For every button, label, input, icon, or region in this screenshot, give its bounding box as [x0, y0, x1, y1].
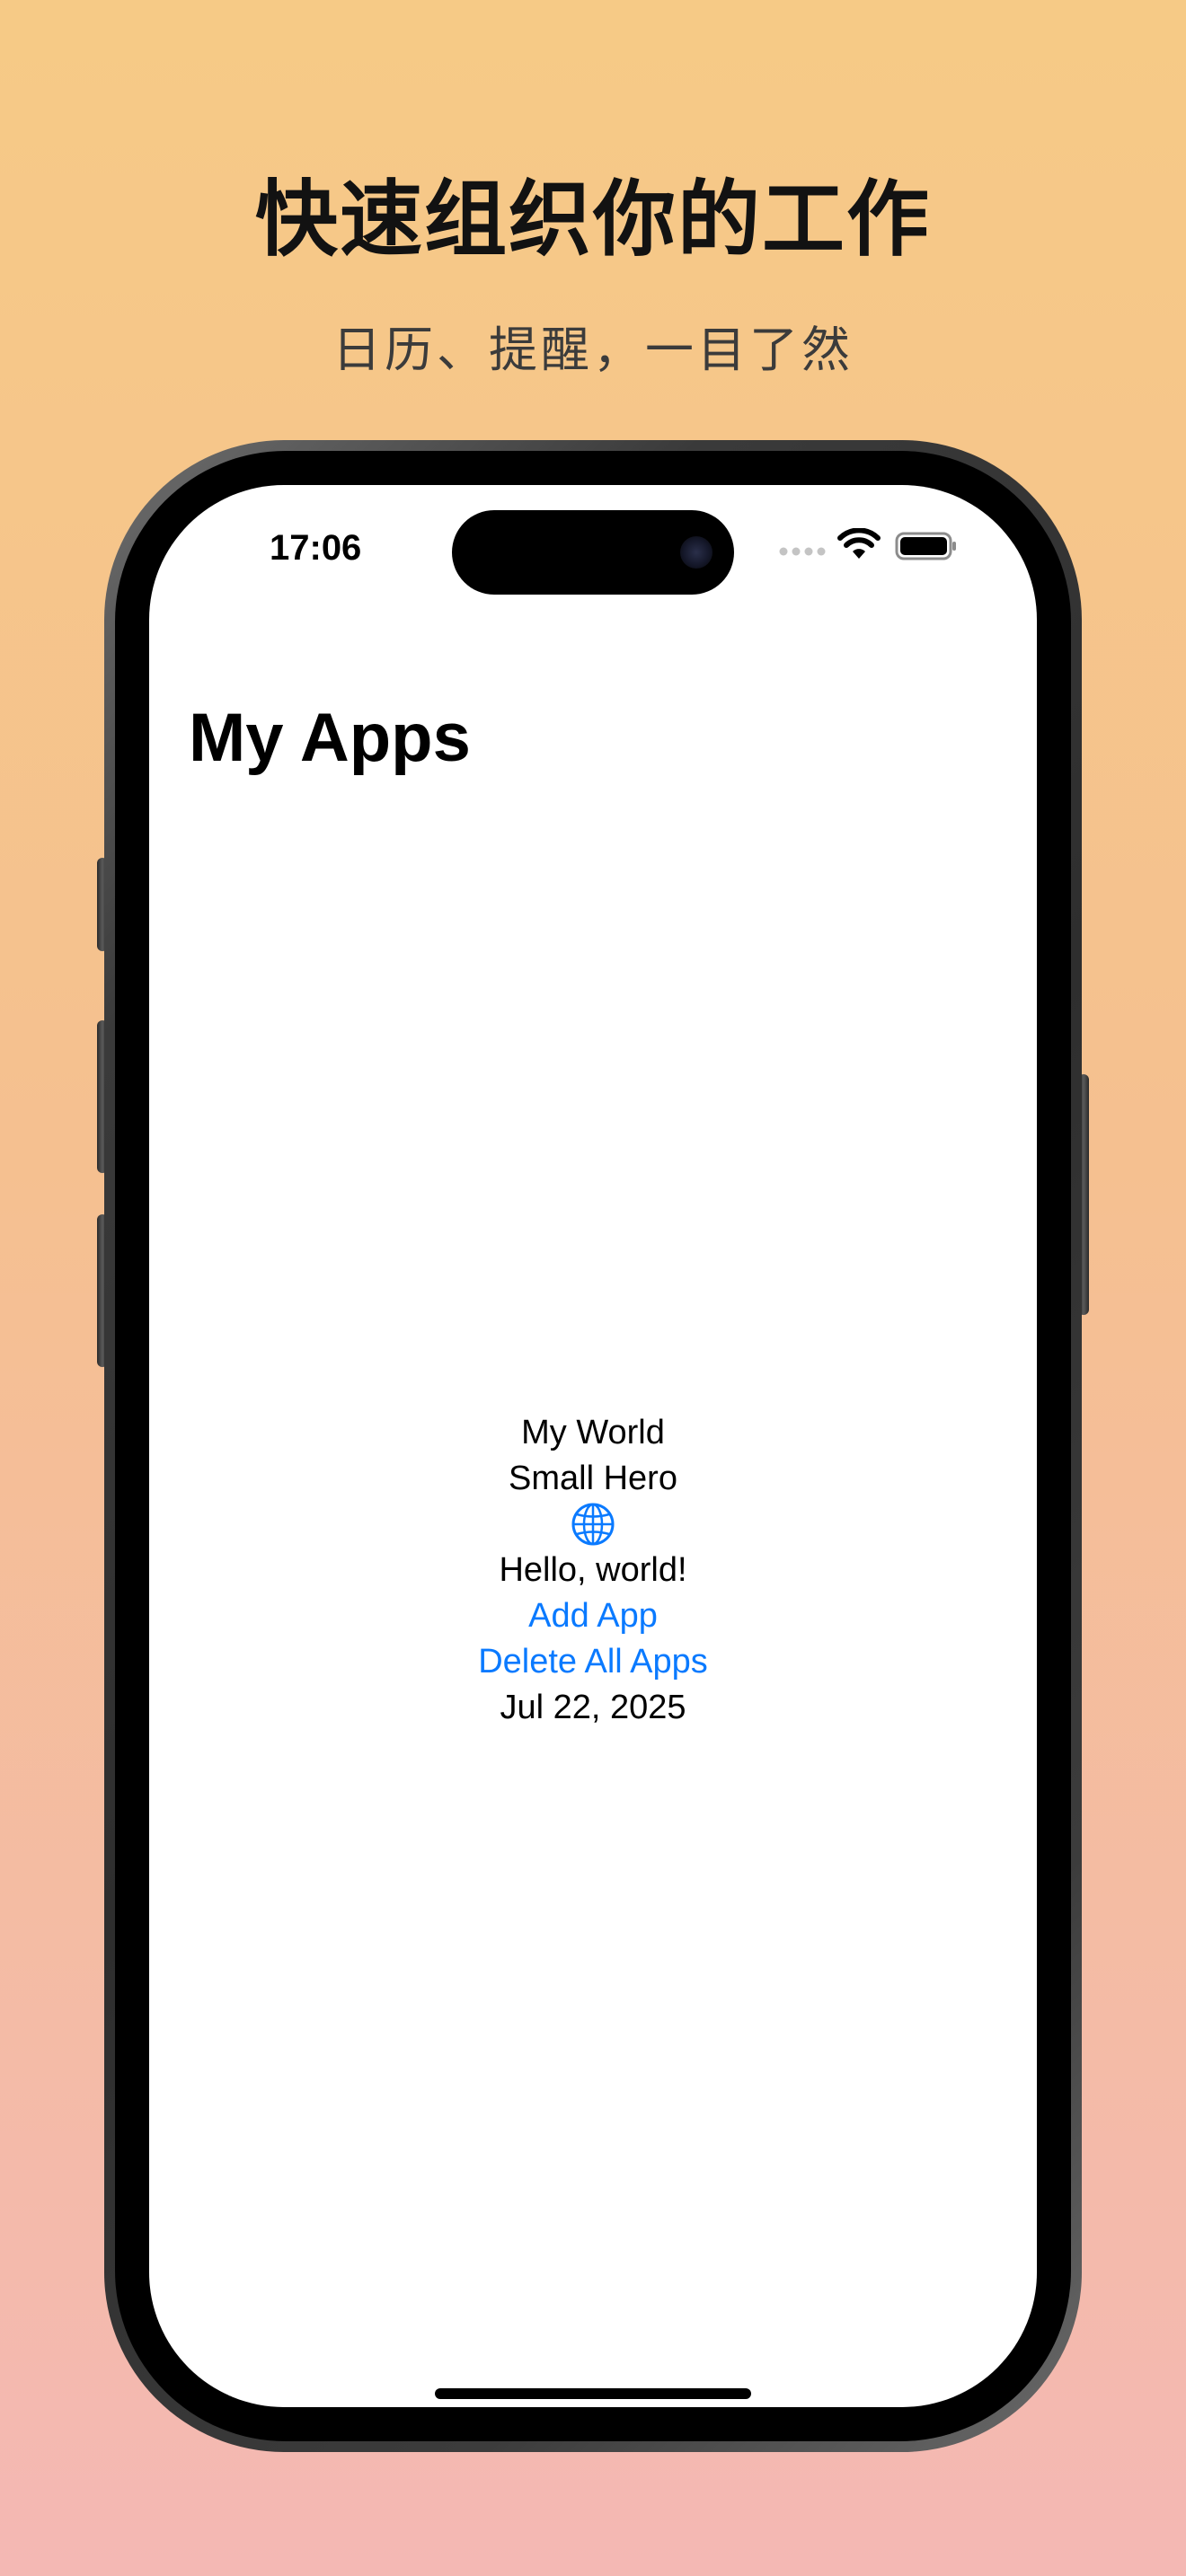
- greeting-label: Hello, world!: [499, 1551, 687, 1589]
- world-name-label: My World: [521, 1414, 665, 1451]
- add-app-button[interactable]: Add App: [149, 1593, 1037, 1639]
- battery-icon: [895, 532, 956, 560]
- content-stack: My World Small Hero Hello, world! Add Ap…: [149, 1410, 1037, 1731]
- home-indicator[interactable]: [435, 2388, 751, 2399]
- promo-headline: 快速组织你的工作: [254, 172, 931, 268]
- hero-name-label: Small Hero: [509, 1460, 677, 1497]
- delete-all-apps-button[interactable]: Delete All Apps: [149, 1639, 1037, 1685]
- globe-icon: [571, 1503, 615, 1546]
- globe-icon-row: [149, 1502, 1037, 1548]
- promo-subheadline: 日历、提醒，一目了然: [332, 322, 854, 378]
- nav-title: My Apps: [189, 700, 471, 776]
- status-time: 17:06: [270, 528, 362, 568]
- dynamic-island: [452, 510, 734, 595]
- wifi-icon: [837, 528, 881, 559]
- signal-icon: [779, 547, 826, 556]
- app-screen: 17:06 My Apps My World Small Hero Hello,…: [149, 485, 1037, 2407]
- date-label: Jul 22, 2025: [500, 1689, 686, 1726]
- front-camera: [680, 536, 712, 569]
